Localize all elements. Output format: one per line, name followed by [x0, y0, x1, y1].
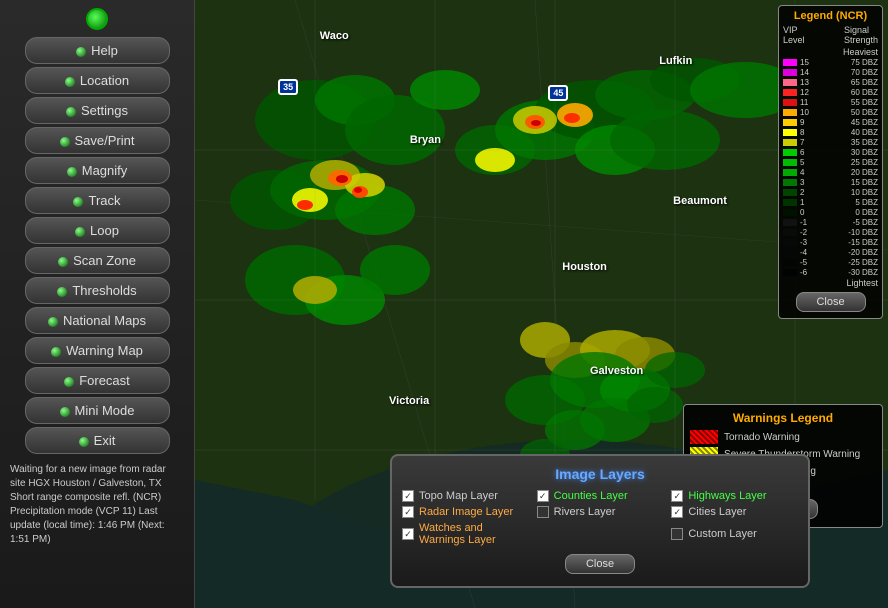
sidebar-buttons: Help Location Settings Save/Print Magnify Tra…	[0, 37, 194, 454]
layer-item[interactable]	[537, 522, 664, 546]
layer-item[interactable]: Topo Map Layer	[402, 490, 529, 502]
image-layers-title: Image Layers	[402, 466, 798, 482]
layer-checkbox[interactable]	[671, 506, 683, 518]
legend-row: 5 25 DBZ	[783, 158, 878, 167]
app-logo-icon	[86, 8, 108, 30]
warnings-legend-title: Warnings Legend	[690, 411, 876, 425]
layer-checkbox[interactable]	[402, 490, 414, 502]
layer-label: Radar Image Layer	[419, 506, 513, 518]
radar-status: Waiting for a new image from radar site …	[0, 457, 194, 553]
sidebar-btn-location[interactable]: Location	[25, 67, 170, 94]
legend-heaviest: Heaviest	[783, 47, 878, 57]
image-layers-close-button[interactable]: Close	[565, 554, 635, 574]
legend-row: 14 70 DBZ	[783, 68, 878, 77]
legend-row: 12 60 DBZ	[783, 88, 878, 97]
interstate-marker: 45	[548, 85, 568, 101]
layer-checkbox[interactable]	[537, 490, 549, 502]
sidebar-btn-thresholds[interactable]: Thresholds	[25, 277, 170, 304]
sidebar-btn-warning-map[interactable]: Warning Map	[25, 337, 170, 364]
sidebar-btn-magnify[interactable]: Magnify	[25, 157, 170, 184]
layer-label: Highways Layer	[688, 490, 766, 502]
legend-panel: Legend (NCR) VIPLevel SignalStrength Hea…	[778, 5, 883, 319]
legend-row: 13 65 DBZ	[783, 78, 878, 87]
sidebar-btn-settings[interactable]: Settings	[25, 97, 170, 124]
legend-row: 10 50 DBZ	[783, 108, 878, 117]
layer-item[interactable]: Watches and Warnings Layer	[402, 522, 529, 546]
sidebar-btn-loop[interactable]: Loop	[25, 217, 170, 244]
legend-row: -1 -5 DBZ	[783, 218, 878, 227]
legend-rows: 15 75 DBZ 14 70 DBZ 13 65 DBZ 12 60 DBZ …	[783, 58, 878, 277]
layer-item[interactable]: Highways Layer	[671, 490, 798, 502]
legend-row: -6 -30 DBZ	[783, 268, 878, 277]
legend-row: 0 0 DBZ	[783, 208, 878, 217]
legend-close-button[interactable]: Close	[796, 292, 866, 312]
legend-vip-header: VIPLevel	[783, 25, 805, 45]
legend-row: -2 -10 DBZ	[783, 228, 878, 237]
layer-item[interactable]: Custom Layer	[671, 522, 798, 546]
legend-row: 8 40 DBZ	[783, 128, 878, 137]
legend-row: 15 75 DBZ	[783, 58, 878, 67]
layer-item[interactable]: Radar Image Layer	[402, 506, 529, 518]
legend-title: Legend (NCR)	[783, 10, 878, 22]
legend-row: -5 -25 DBZ	[783, 258, 878, 267]
legend-signal-header: SignalStrength	[844, 25, 878, 45]
layer-item[interactable]: Rivers Layer	[537, 506, 664, 518]
sidebar-btn-scan-zone[interactable]: Scan Zone	[25, 247, 170, 274]
interstate-marker: 35	[278, 79, 298, 95]
sidebar: Help Location Settings Save/Print Magnify Tra…	[0, 0, 195, 608]
legend-row: 3 15 DBZ	[783, 178, 878, 187]
legend-header: VIPLevel SignalStrength	[783, 25, 878, 45]
layer-item[interactable]: Counties Layer	[537, 490, 664, 502]
sidebar-btn-mini-mode[interactable]: Mini Mode	[25, 397, 170, 424]
sidebar-btn-track[interactable]: Track	[25, 187, 170, 214]
layer-label: Watches and Warnings Layer	[419, 522, 529, 546]
legend-row: 6 30 DBZ	[783, 148, 878, 157]
layer-label: Cities Layer	[688, 506, 746, 518]
layer-label: Topo Map Layer	[419, 490, 498, 502]
sidebar-btn-exit[interactable]: Exit	[25, 427, 170, 454]
sidebar-btn-national-maps[interactable]: National Maps	[25, 307, 170, 334]
layer-checkbox[interactable]	[402, 528, 414, 540]
warning-row: Tornado Warning	[690, 430, 876, 444]
legend-row: -4 -20 DBZ	[783, 248, 878, 257]
legend-row: 2 10 DBZ	[783, 188, 878, 197]
layer-checkbox[interactable]	[537, 506, 549, 518]
sidebar-btn-save-print[interactable]: Save/Print	[25, 127, 170, 154]
image-layers-dialog: Image Layers Topo Map Layer Counties Laye…	[390, 454, 810, 588]
layer-label: Counties Layer	[554, 490, 628, 502]
layer-label: Rivers Layer	[554, 506, 616, 518]
legend-row: 4 20 DBZ	[783, 168, 878, 177]
layers-grid: Topo Map Layer Counties Layer Highways Lay…	[402, 490, 798, 546]
layer-checkbox[interactable]	[402, 506, 414, 518]
sidebar-btn-help[interactable]: Help	[25, 37, 170, 64]
map-area: WacoLufkinBryanBeaumontHoustonVictoriaGa…	[195, 0, 888, 608]
legend-row: 1 5 DBZ	[783, 198, 878, 207]
layer-checkbox[interactable]	[671, 490, 683, 502]
legend-lightest: Lightest	[783, 278, 878, 288]
layer-item[interactable]: Cities Layer	[671, 506, 798, 518]
legend-row: 9 45 DBZ	[783, 118, 878, 127]
logo-area	[0, 0, 194, 34]
layer-label: Custom Layer	[688, 528, 756, 540]
layer-checkbox[interactable]	[671, 528, 683, 540]
legend-row: -3 -15 DBZ	[783, 238, 878, 247]
legend-row: 11 55 DBZ	[783, 98, 878, 107]
legend-row: 7 35 DBZ	[783, 138, 878, 147]
sidebar-btn-forecast[interactable]: Forecast	[25, 367, 170, 394]
